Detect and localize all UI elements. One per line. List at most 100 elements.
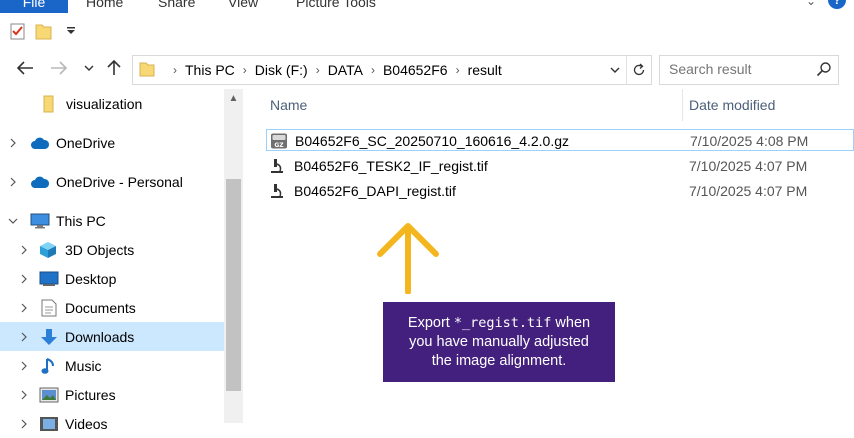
scrollbar-thumb[interactable]: [226, 179, 241, 391]
sidebar-item-onedrive-personal[interactable]: OneDrive - Personal: [0, 167, 224, 196]
breadcrumb-disk-f[interactable]: Disk (F:): [255, 62, 308, 78]
video-icon: [40, 416, 58, 431]
sidebar-item-music[interactable]: Music: [0, 351, 224, 380]
search-icon[interactable]: [816, 61, 832, 77]
breadcrumb-this-pc[interactable]: This PC: [185, 62, 235, 78]
chevron-right-icon[interactable]: [20, 332, 28, 342]
folder-icon: [139, 62, 155, 77]
customize-toolbar-icon[interactable]: [66, 26, 76, 36]
search-box[interactable]: [659, 55, 839, 85]
breadcrumb-separator-icon[interactable]: ›: [371, 63, 375, 77]
sidebar-item-label: 3D Objects: [65, 241, 135, 258]
address-bar[interactable]: › This PC › Disk (F:) › DATA › B04652F6 …: [132, 55, 652, 85]
chevron-right-icon[interactable]: [20, 390, 28, 400]
svg-text:GZ: GZ: [274, 142, 284, 149]
ribbon-expand-icon[interactable]: ⌄: [806, 0, 816, 8]
cloud-icon: [31, 176, 50, 188]
file-date: 7/10/2025 4:07 PM: [689, 183, 808, 199]
sidebar-item-label: Pictures: [65, 386, 116, 403]
sidebar-item-visualization[interactable]: visualization: [0, 89, 224, 118]
sidebar-item-documents[interactable]: Documents: [0, 293, 224, 322]
download-icon: [41, 328, 57, 345]
sidebar-item-label: Desktop: [65, 270, 117, 287]
gz-archive-icon: GZ: [271, 133, 287, 149]
breadcrumb-b04652f6[interactable]: B04652F6: [383, 62, 448, 78]
sidebar-item-label: OneDrive - Personal: [56, 173, 183, 190]
microscope-icon: [271, 184, 283, 198]
refresh-button[interactable]: [626, 56, 651, 84]
breadcrumb-data[interactable]: DATA: [328, 62, 363, 78]
tab-picture-tools[interactable]: Picture Tools: [296, 0, 376, 13]
forward-arrow-icon[interactable]: [50, 60, 68, 76]
sidebar-item-label: visualization: [66, 95, 143, 112]
file-name[interactable]: B04652F6_TESK2_IF_regist.tif: [294, 158, 488, 174]
callout-line-2: you have manually adjusted: [409, 333, 589, 350]
chevron-right-icon[interactable]: [9, 177, 17, 187]
scroll-up-icon[interactable]: ▲: [224, 93, 243, 104]
breadcrumb-separator-icon[interactable]: ›: [243, 63, 247, 77]
sidebar-item-downloads[interactable]: Downloads: [0, 322, 224, 351]
help-icon[interactable]: ?: [828, 0, 846, 9]
navigation-pane: visualization OneDrive OneDrive - Person…: [0, 89, 243, 432]
sidebar-item-3d-objects[interactable]: 3D Objects: [0, 235, 224, 264]
ribbon: File Home Share View Picture Tools ⌄ ?: [0, 0, 854, 14]
refresh-icon: [633, 63, 645, 76]
file-row[interactable]: B04652F6_DAPI_regist.tif 7/10/2025 4:07 …: [266, 180, 854, 202]
chevron-down-icon[interactable]: [84, 64, 94, 72]
column-divider[interactable]: [682, 89, 683, 121]
breadcrumb: › This PC › Disk (F:) › DATA › B04652F6 …: [165, 56, 502, 84]
sidebar-item-videos[interactable]: Videos: [0, 409, 224, 438]
search-input[interactable]: [660, 56, 809, 82]
breadcrumb-separator-icon[interactable]: ›: [173, 63, 177, 77]
breadcrumb-separator-icon[interactable]: ›: [456, 63, 460, 77]
new-folder-icon[interactable]: [35, 22, 52, 40]
column-header-name[interactable]: Name: [270, 89, 307, 121]
tab-view[interactable]: View: [228, 0, 258, 13]
chevron-right-icon[interactable]: [20, 245, 28, 255]
folder-icon: [43, 95, 54, 112]
file-name[interactable]: B04652F6_DAPI_regist.tif: [294, 183, 456, 199]
file-row[interactable]: B04652F6_TESK2_IF_regist.tif 7/10/2025 4…: [266, 155, 854, 177]
sidebar-item-onedrive[interactable]: OneDrive: [0, 128, 224, 157]
breadcrumb-separator-icon[interactable]: ›: [316, 63, 320, 77]
back-arrow-icon[interactable]: [16, 60, 34, 76]
annotation-callout: Export *_regist.tif when you have manual…: [383, 302, 615, 382]
chevron-right-icon[interactable]: [20, 303, 28, 313]
chevron-down-icon[interactable]: [8, 217, 18, 225]
sidebar-item-pictures[interactable]: Pictures: [0, 380, 224, 409]
sidebar-item-label: Documents: [65, 299, 136, 316]
tab-file[interactable]: File: [0, 0, 68, 13]
navigation-scrollbar[interactable]: ▲: [224, 89, 243, 423]
breadcrumb-result[interactable]: result: [468, 62, 502, 78]
sidebar-item-label: Downloads: [65, 328, 135, 345]
chevron-right-icon[interactable]: [20, 361, 28, 371]
chevron-right-icon[interactable]: [9, 138, 17, 148]
cloud-icon: [31, 137, 50, 149]
annotation-arrow-icon: [377, 223, 439, 294]
tab-home[interactable]: Home: [86, 0, 123, 13]
tab-share[interactable]: Share: [158, 0, 195, 13]
sidebar-item-label: This PC: [56, 212, 106, 229]
properties-icon[interactable]: [10, 22, 26, 40]
file-row[interactable]: GZ B04652F6_SC_20250710_160616_4.2.0.gz …: [266, 129, 854, 151]
computer-icon: [30, 213, 50, 228]
quick-access-toolbar: [0, 16, 854, 48]
chevron-right-icon[interactable]: [20, 274, 28, 284]
address-history-icon[interactable]: [609, 62, 621, 78]
desktop-icon: [39, 271, 59, 286]
column-header-date-modified[interactable]: Date modified: [689, 89, 775, 121]
callout-line-1: Export *_regist.tif when: [407, 314, 591, 331]
chevron-right-icon[interactable]: [20, 419, 28, 429]
cube-icon: [40, 241, 56, 258]
document-icon: [41, 299, 57, 316]
microscope-icon: [271, 159, 283, 173]
address-row: › This PC › Disk (F:) › DATA › B04652F6 …: [0, 52, 854, 86]
file-date: 7/10/2025 4:08 PM: [690, 133, 809, 149]
music-icon: [41, 357, 54, 374]
sidebar-item-desktop[interactable]: Desktop: [0, 264, 224, 293]
callout-code: *_regist.tif: [453, 314, 552, 331]
up-arrow-icon[interactable]: [106, 58, 122, 76]
sidebar-item-this-pc[interactable]: This PC: [0, 206, 224, 235]
file-name[interactable]: B04652F6_SC_20250710_160616_4.2.0.gz: [295, 133, 569, 149]
sidebar-item-label: Videos: [65, 415, 108, 432]
